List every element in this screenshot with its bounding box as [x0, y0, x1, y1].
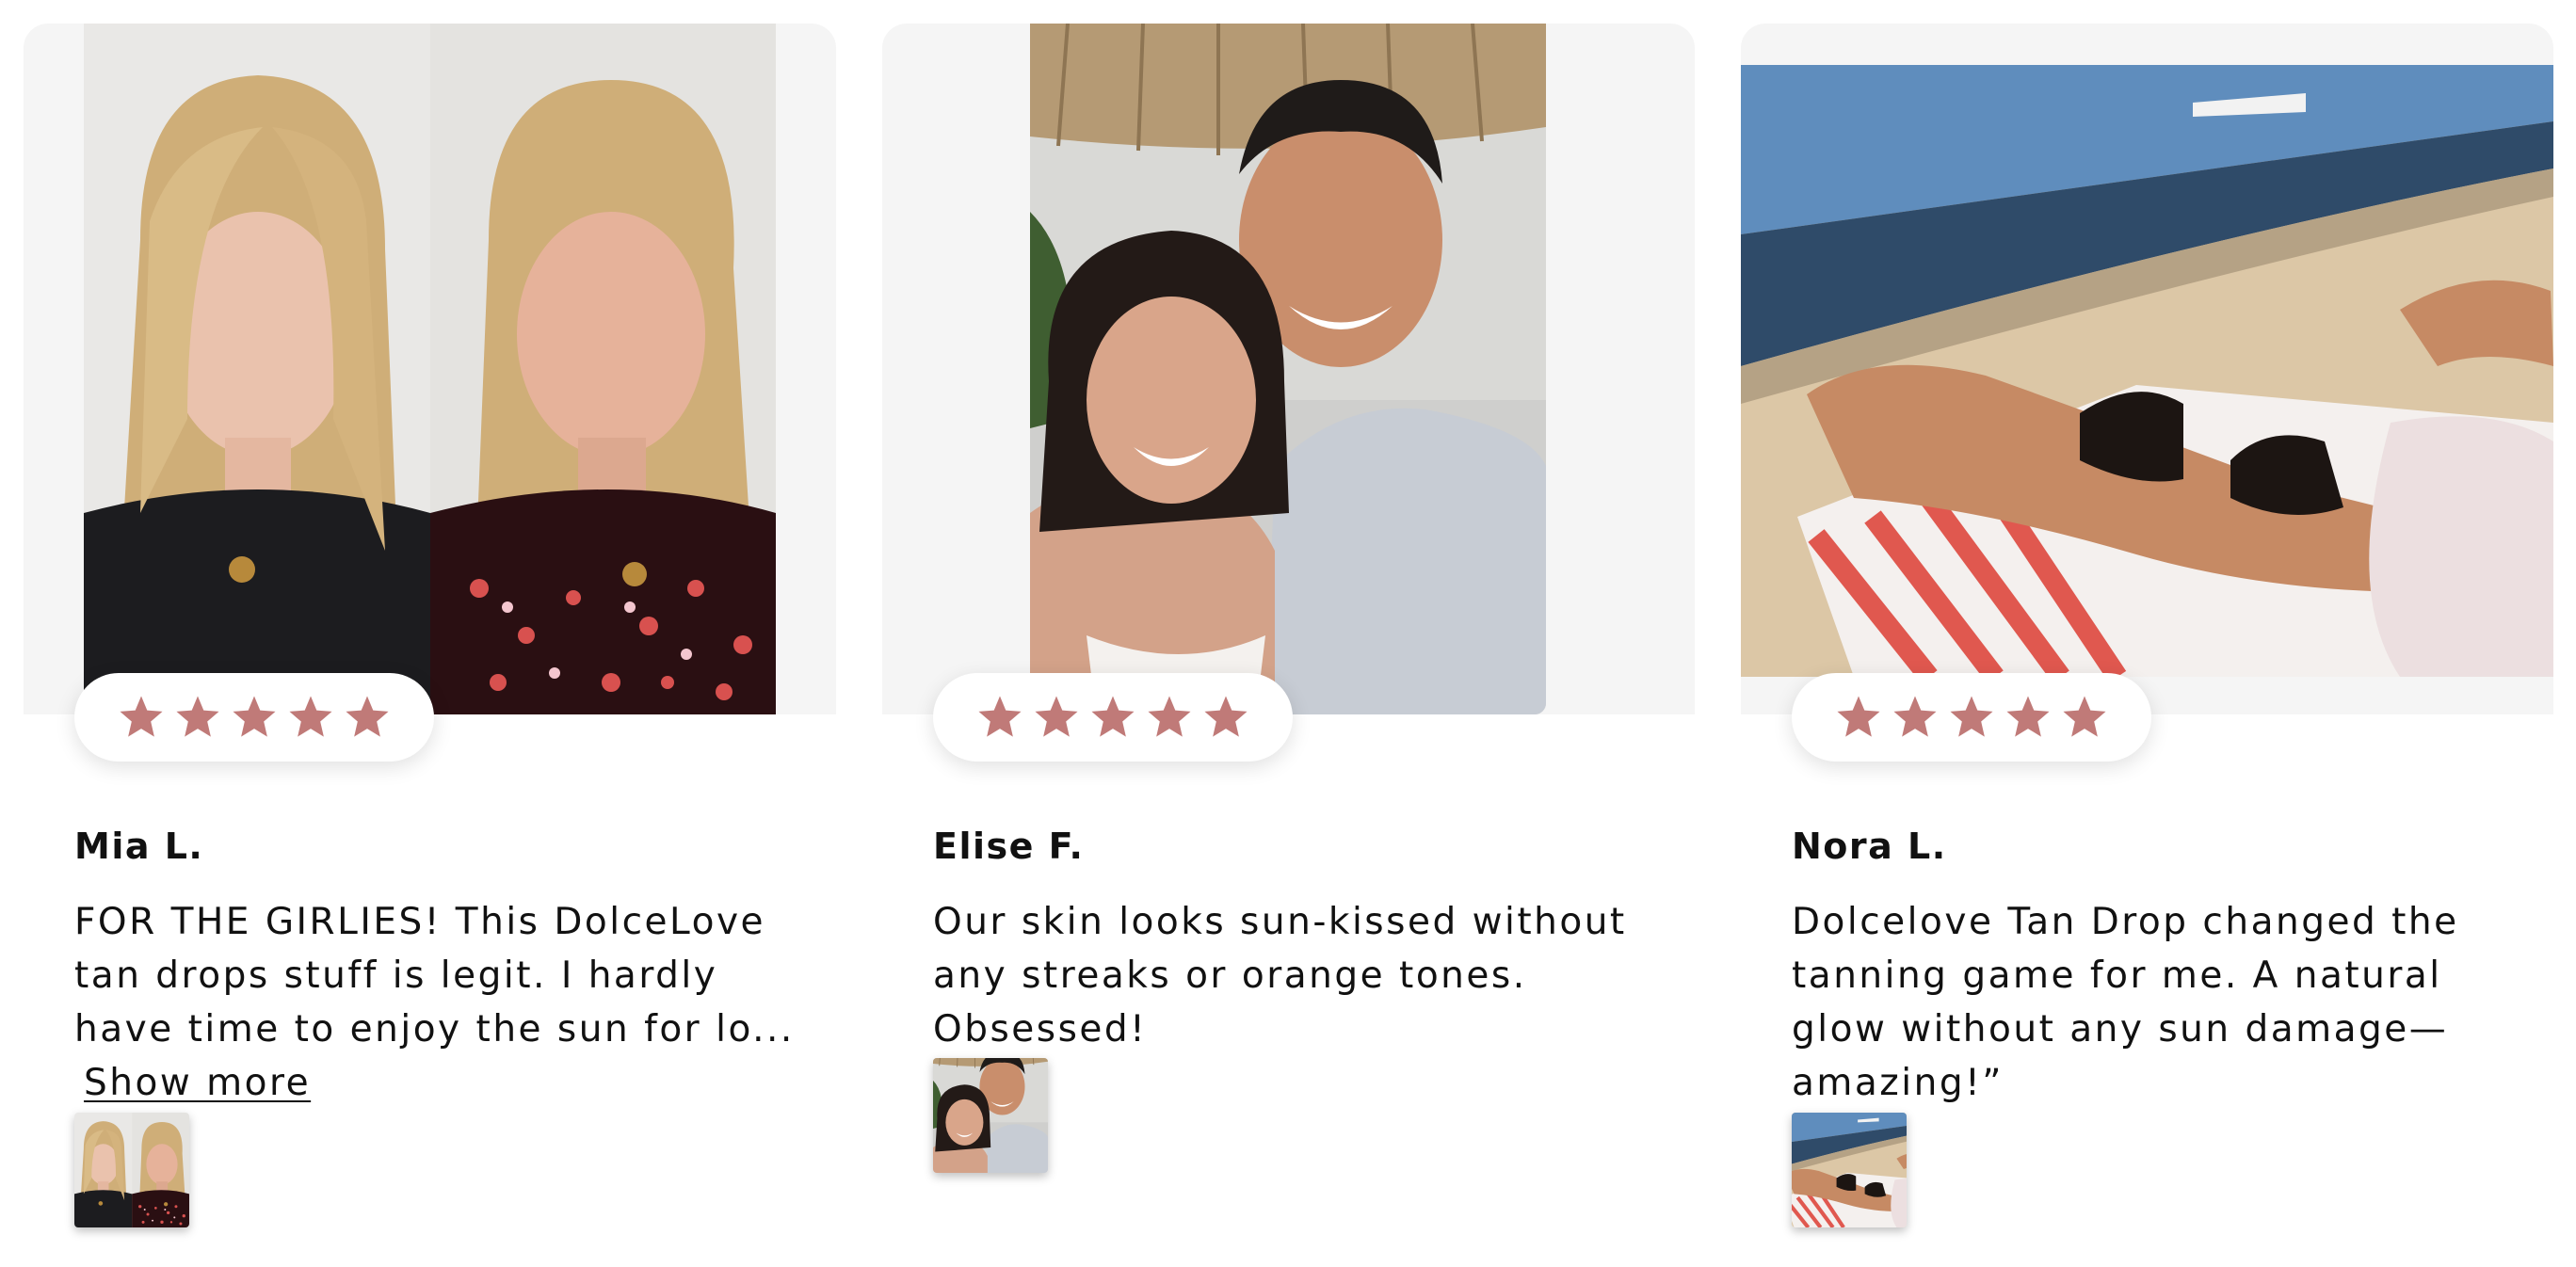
star-icon — [343, 693, 392, 742]
review-thumbnail[interactable] — [1792, 1113, 1907, 1227]
star-icon — [230, 693, 279, 742]
star-icon — [173, 693, 222, 742]
review-body: FOR THE GIRLIES! This DolceLove tan drop… — [74, 901, 795, 1050]
review-card-mia: Mia L. FOR THE GIRLIES! This DolceLove t… — [24, 24, 836, 1247]
review-photo[interactable] — [1030, 24, 1546, 714]
star-rating — [1792, 673, 2151, 762]
star-icon — [1201, 693, 1250, 742]
star-icon — [1088, 693, 1137, 742]
star-icon — [2004, 693, 2053, 742]
review-media — [882, 24, 1695, 714]
review-photo[interactable] — [1741, 65, 2553, 677]
review-photo[interactable] — [84, 24, 776, 714]
reviewer-name: Nora L. — [1792, 826, 1947, 867]
review-thumbnail[interactable] — [74, 1113, 189, 1227]
star-icon — [1891, 693, 1940, 742]
star-rating — [74, 673, 434, 762]
star-icon — [286, 693, 335, 742]
review-text: Dolcelove Tan Drop changed the tanning g… — [1792, 901, 2459, 1104]
star-icon — [1834, 693, 1883, 742]
star-icon — [1145, 693, 1194, 742]
reviewer-name: Mia L. — [74, 826, 204, 867]
review-text: FOR THE GIRLIES! This DolceLove tan drop… — [74, 895, 818, 1110]
review-media — [1741, 24, 2553, 714]
review-thumbnail[interactable] — [933, 1058, 1048, 1173]
star-icon — [117, 693, 166, 742]
review-card-elise: Elise F. Our skin looks sun-kissed witho… — [882, 24, 1695, 1247]
star-rating — [933, 673, 1293, 762]
reviewer-name: Elise F. — [933, 826, 1085, 867]
review-card-nora: Nora L. Dolcelove Tan Drop changed the t… — [1741, 24, 2553, 1247]
reviews-carousel: Mia L. FOR THE GIRLIES! This DolceLove t… — [0, 0, 2576, 1267]
show-more-link[interactable]: Show more — [84, 1056, 311, 1110]
review-text: Our skin looks sun-kissed without any st… — [933, 901, 1627, 1050]
star-icon — [1032, 693, 1081, 742]
star-icon — [1947, 693, 1996, 742]
star-icon — [2060, 693, 2109, 742]
review-media — [24, 24, 836, 714]
star-icon — [975, 693, 1024, 742]
